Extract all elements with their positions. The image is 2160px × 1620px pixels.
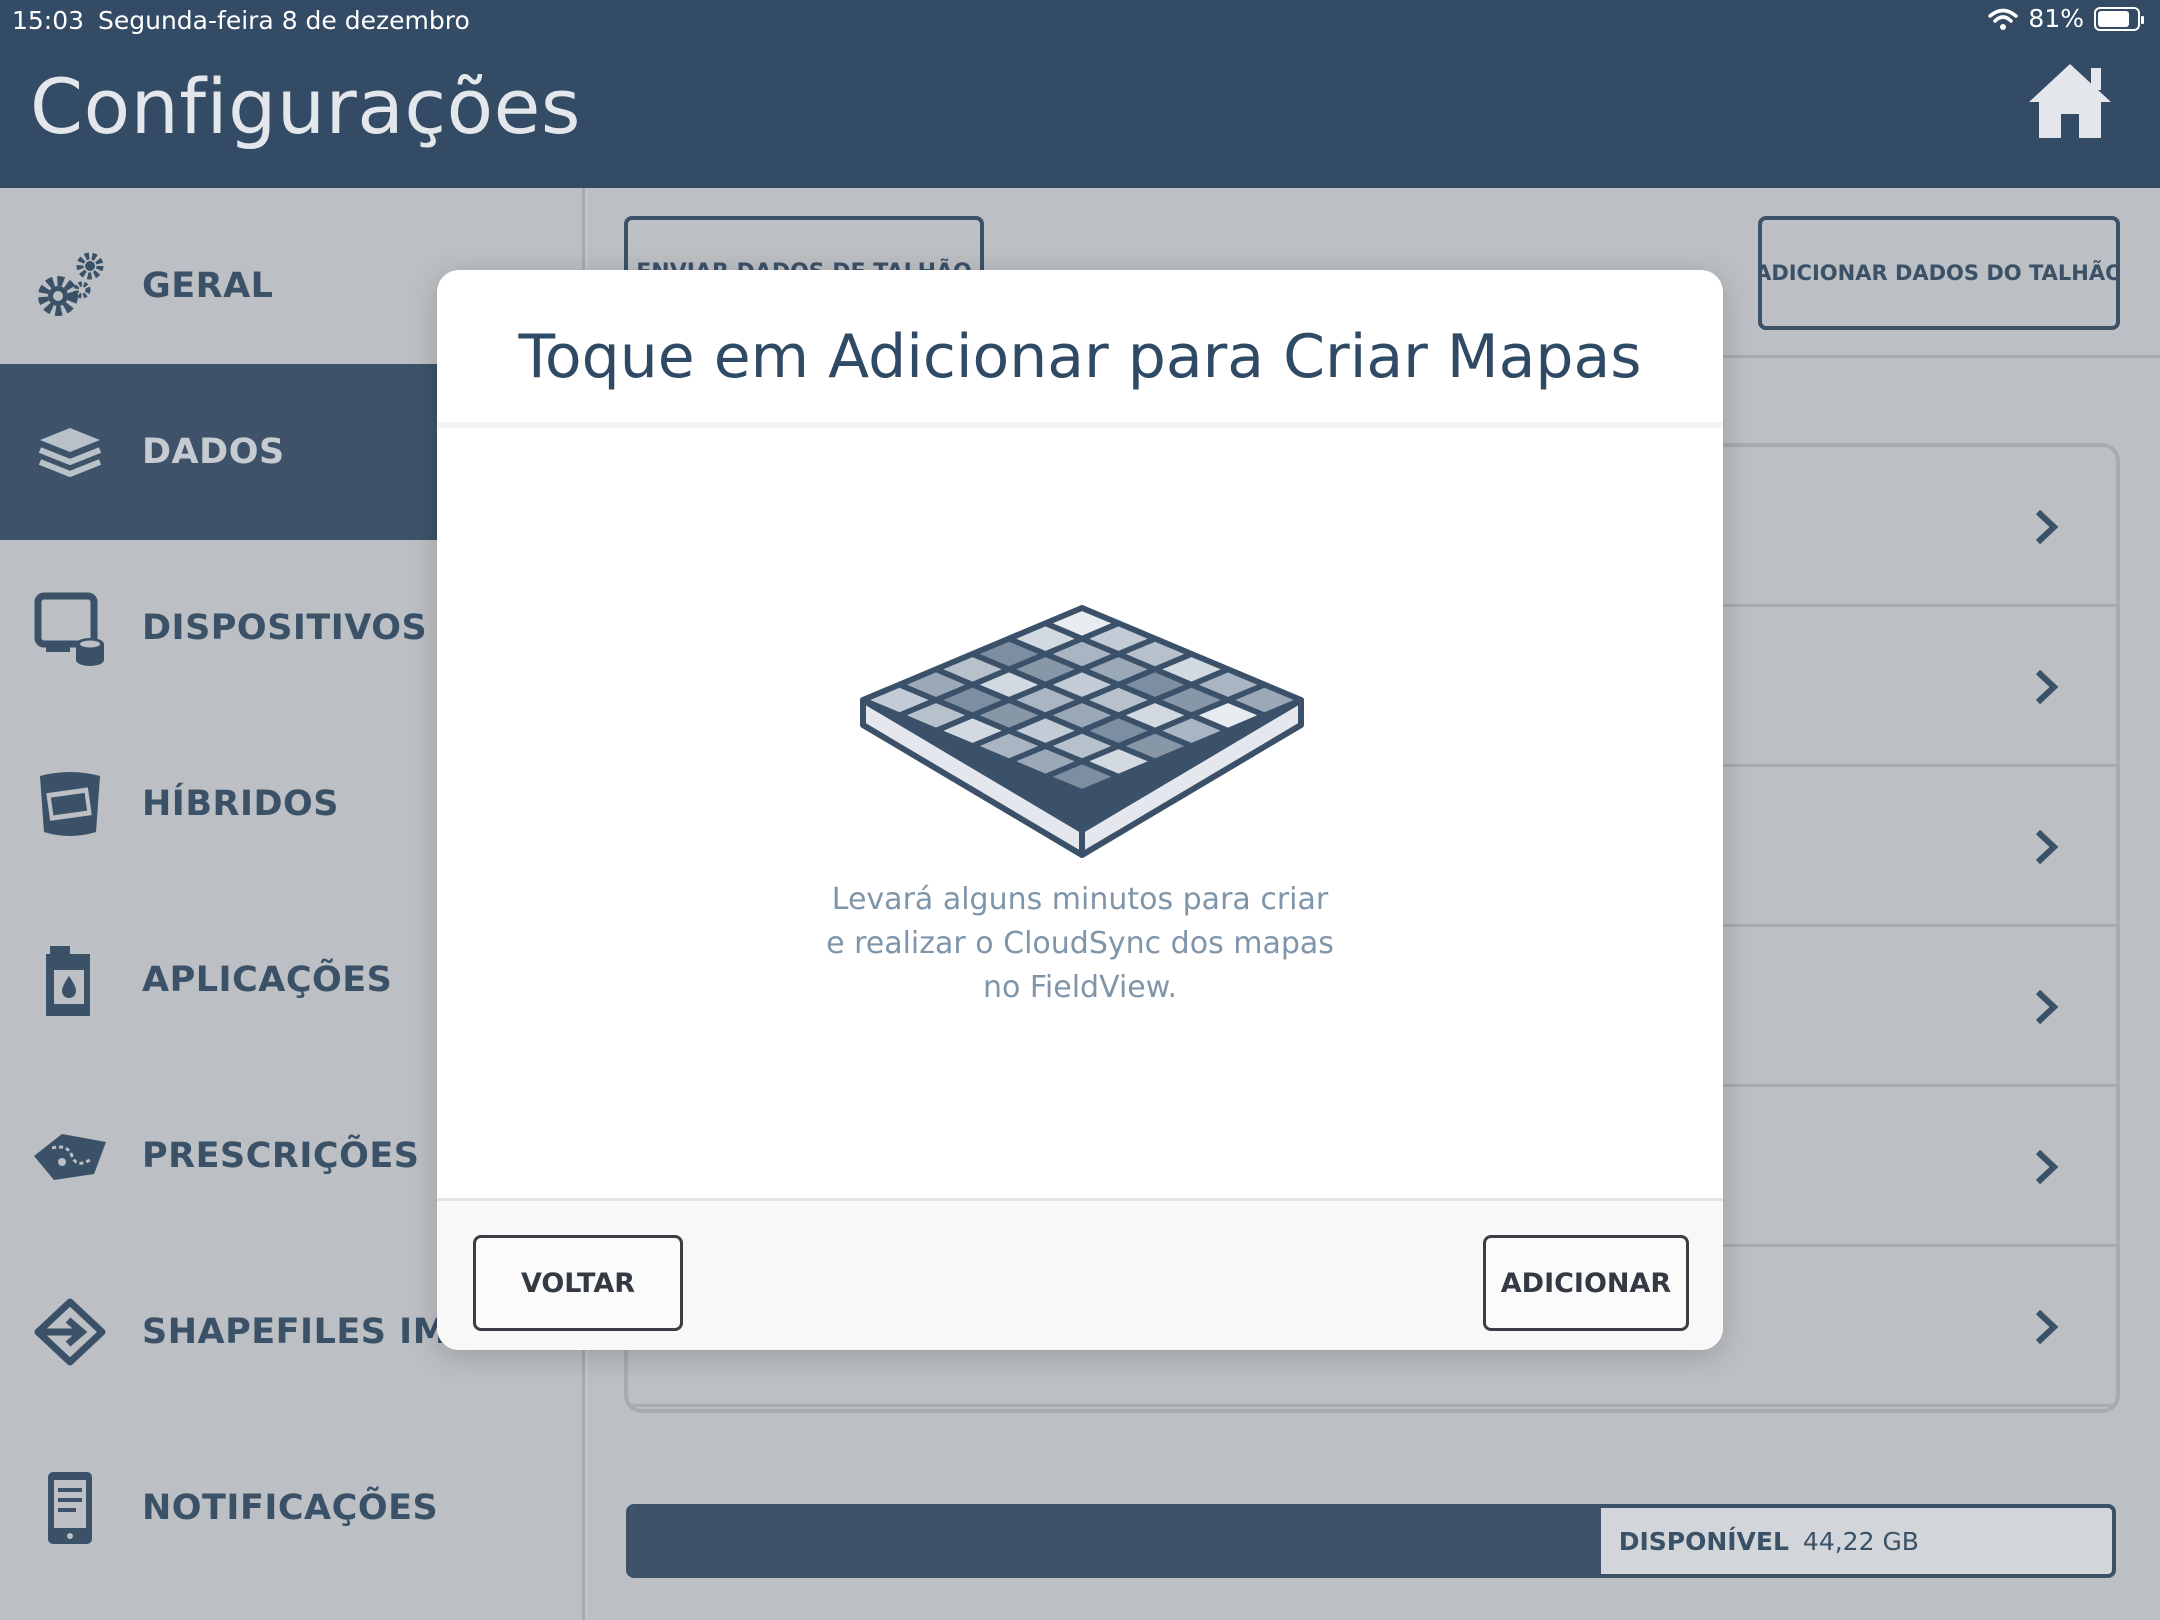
status-right: 81% — [1988, 4, 2144, 33]
dialog-message: Levará alguns minutos para criar e reali… — [826, 882, 1334, 1005]
battery-percent: 81% — [2028, 4, 2084, 33]
app-header: 15:03 Segunda-feira 8 de dezembro 81% Co… — [0, 0, 2160, 188]
wifi-icon — [1988, 8, 2019, 30]
battery-icon — [2094, 6, 2144, 31]
home-icon[interactable] — [2025, 60, 2115, 142]
status-date: Segunda-feira 8 de dezembro — [98, 6, 470, 35]
page-title: Configurações — [30, 62, 581, 151]
create-maps-dialog: Toque em Adicionar para Criar Mapas Leva… — [437, 270, 1723, 1350]
grid-map-icon — [860, 605, 1304, 858]
add-button[interactable]: ADICIONAR — [1483, 1235, 1689, 1331]
status-bar: 15:03 Segunda-feira 8 de dezembro 81% — [0, 0, 2160, 40]
dialog-footer: VOLTAR ADICIONAR — [437, 1198, 1723, 1350]
back-button[interactable]: VOLTAR — [473, 1235, 683, 1331]
dialog-divider — [437, 422, 1723, 428]
dialog-title: Toque em Adicionar para Criar Mapas — [518, 322, 1642, 392]
status-time: 15:03 — [12, 6, 85, 35]
